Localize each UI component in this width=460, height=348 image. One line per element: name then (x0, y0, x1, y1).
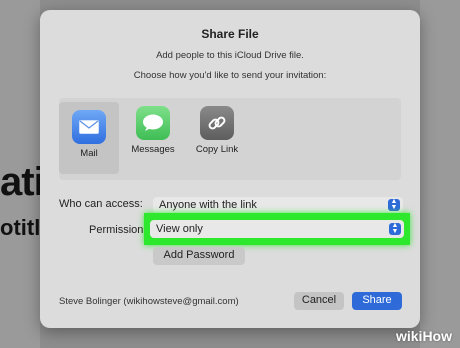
mail-icon (72, 110, 106, 144)
dialog-title: Share File (201, 27, 259, 41)
share-method-label: Copy Link (195, 144, 239, 155)
share-method-label: Mail (80, 148, 98, 159)
chevron-updown-icon: ▲ ▼ (388, 198, 400, 211)
watermark: wikiHow (395, 328, 452, 344)
permission-value: View only (156, 223, 203, 235)
share-method-mail[interactable]: Mail (59, 102, 119, 174)
dialog-instruction: Choose how you'd like to send your invit… (133, 70, 327, 81)
share-method-label: Messages (131, 144, 175, 155)
share-method-messages[interactable]: Messages (123, 98, 183, 170)
messages-icon (136, 106, 170, 140)
share-button[interactable]: Share (352, 292, 402, 310)
cancel-button[interactable]: Cancel (294, 292, 344, 310)
account-user: Steve Bolinger (wikihowsteve@gmail.com) (59, 296, 239, 307)
chevron-updown-icon: ▲ ▼ (389, 222, 401, 235)
access-value: Anyone with the link (159, 199, 257, 211)
permission-label: Permission (89, 224, 144, 236)
background-panel-right (420, 0, 460, 348)
share-method-picker: Mail Messages Copy Link (59, 98, 401, 180)
share-method-copy-link[interactable]: Copy Link (187, 98, 247, 170)
link-icon (200, 106, 234, 140)
access-select[interactable]: Anyone with the link ▲ ▼ (153, 197, 403, 213)
share-file-dialog: Share File Add people to this iCloud Dri… (40, 10, 420, 328)
dialog-subtitle: Add people to this iCloud Drive file. (156, 50, 304, 61)
permission-select[interactable]: View only ▲ ▼ (150, 220, 404, 238)
background-text-fragment: ati (0, 160, 45, 204)
access-label: Who can access: (59, 198, 143, 210)
add-password-button[interactable]: Add Password (153, 247, 245, 265)
